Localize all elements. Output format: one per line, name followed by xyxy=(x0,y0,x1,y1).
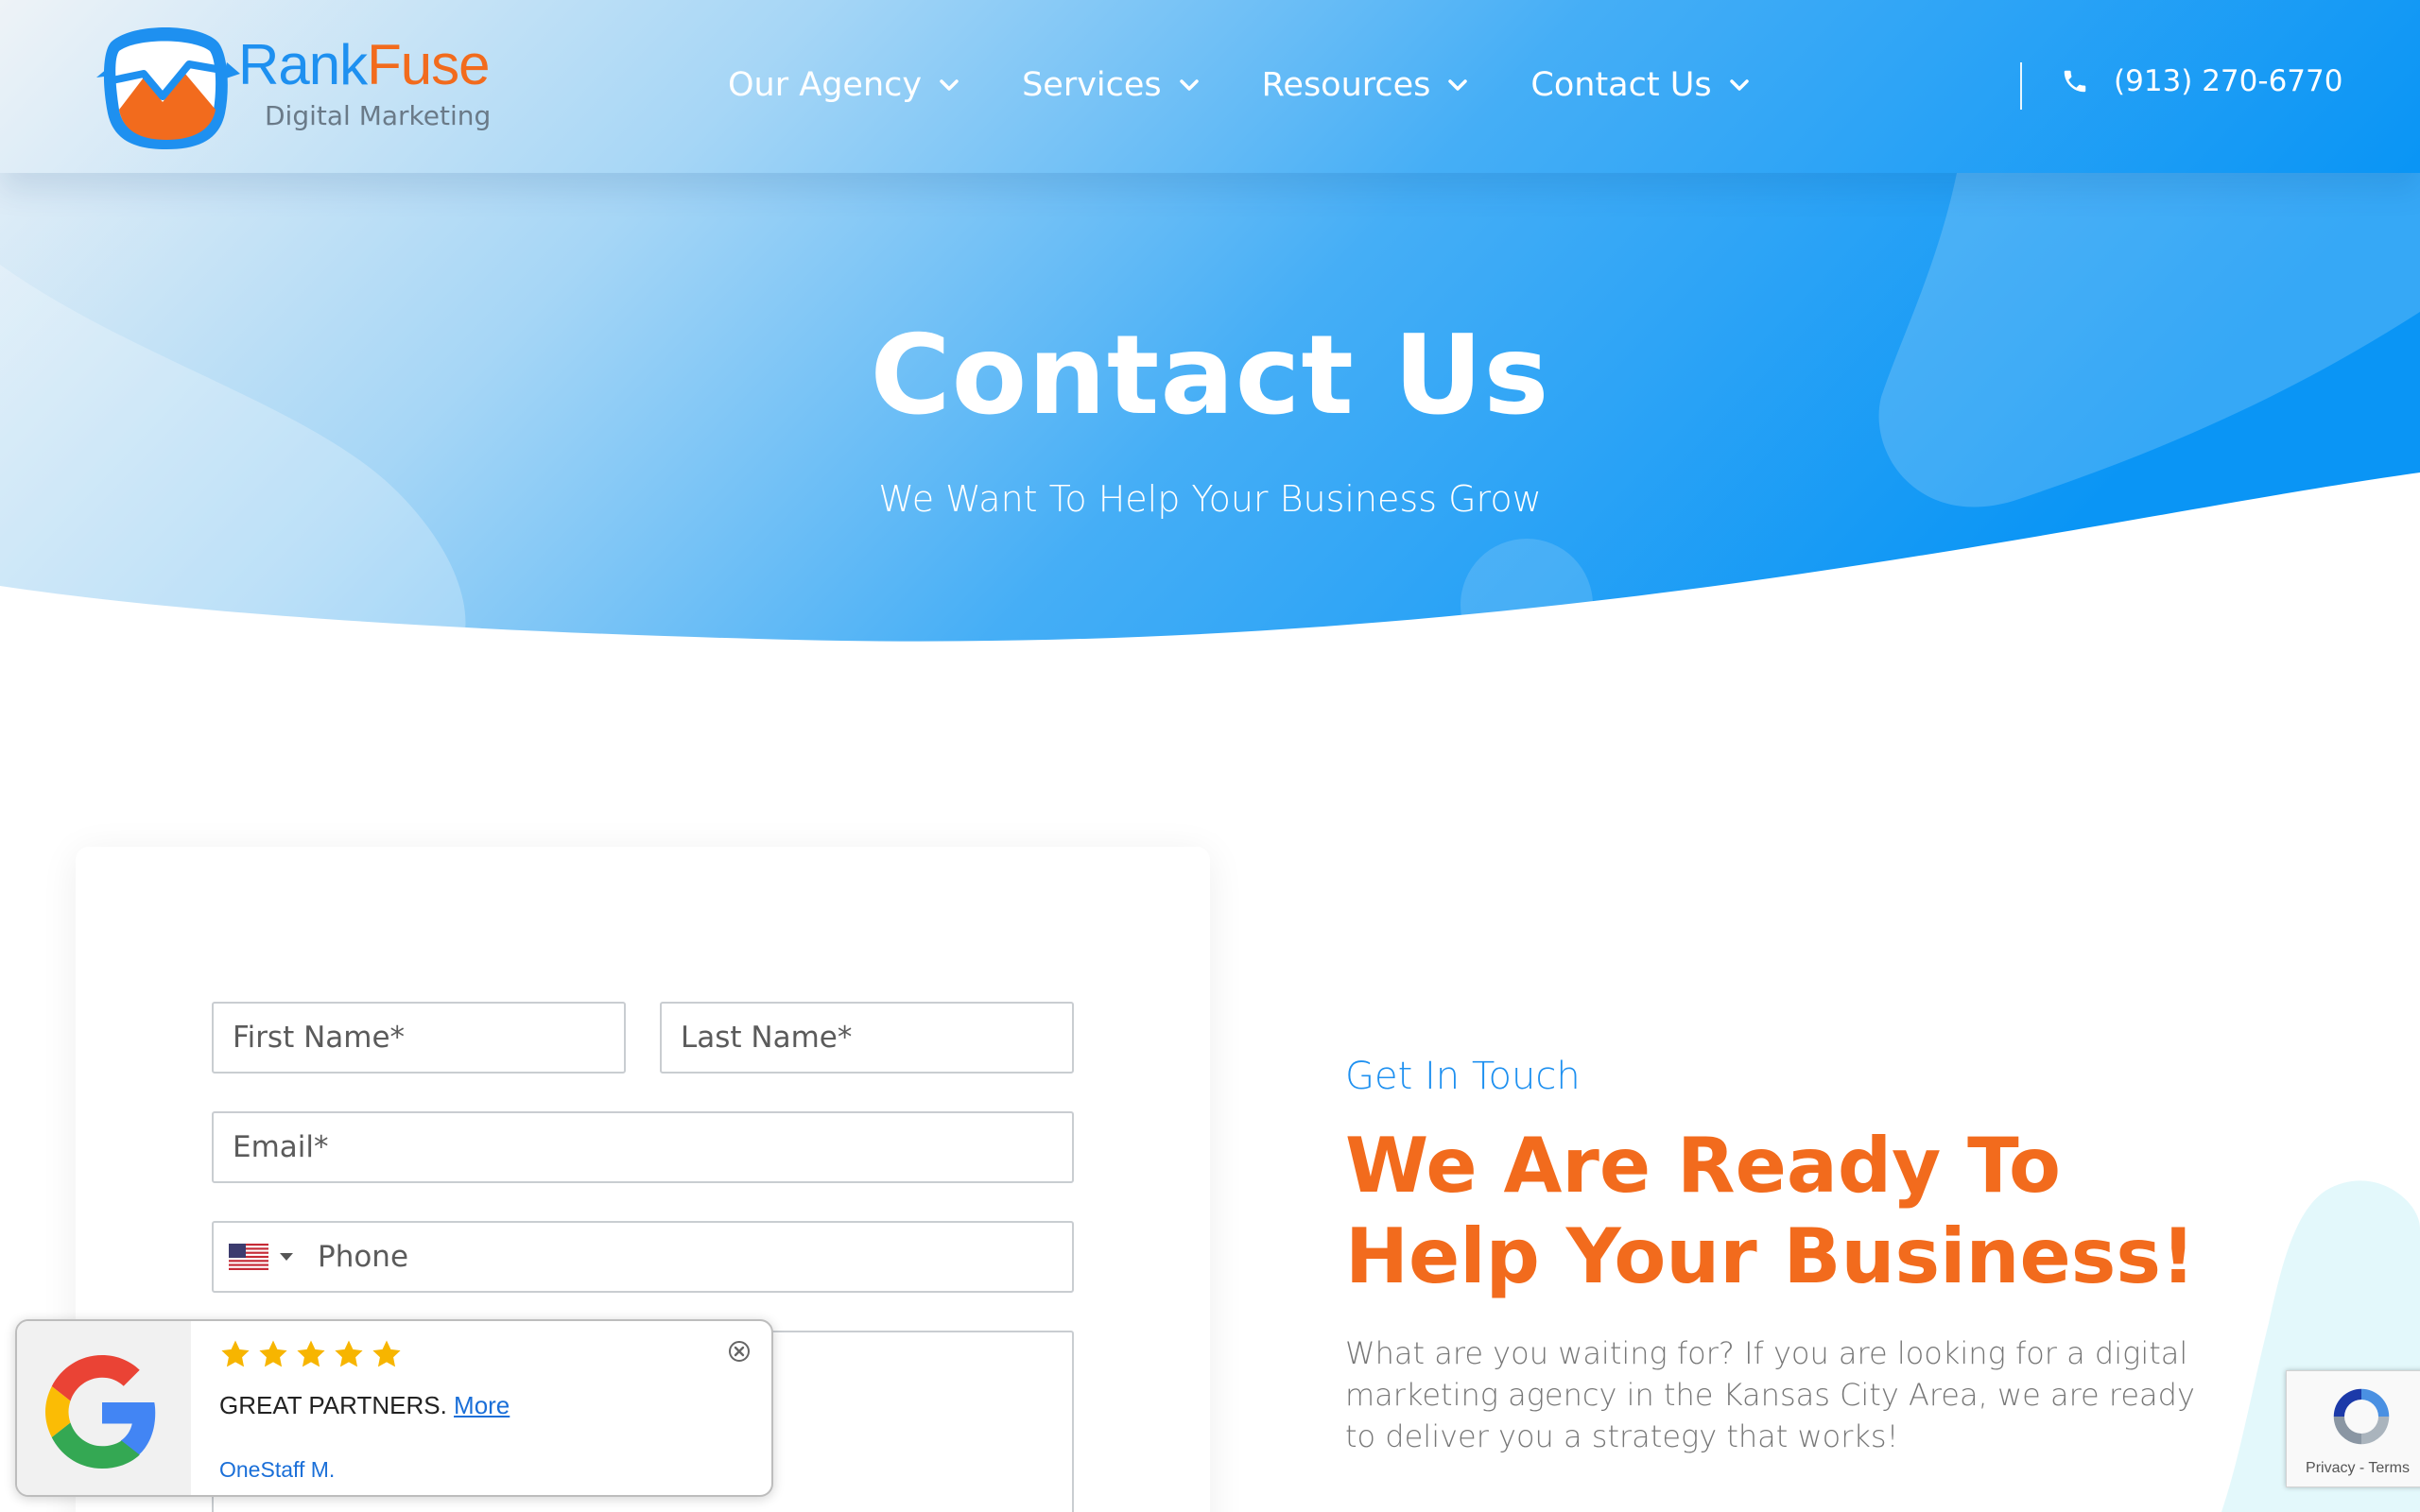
nav-label: Our Agency xyxy=(728,66,923,104)
logo-mark-icon xyxy=(96,27,240,149)
phone-icon xyxy=(2064,70,2086,93)
section-headline: We Are Ready To Help Your Business! xyxy=(1345,1122,2196,1300)
country-select[interactable] xyxy=(229,1244,293,1270)
recaptcha-terms-link[interactable]: Terms xyxy=(2368,1460,2410,1476)
star-icon xyxy=(297,1340,325,1367)
nav-item-contact-us[interactable]: Contact Us xyxy=(1530,66,1749,104)
review-quote: GREAT PARTNERS. xyxy=(219,1391,447,1419)
page-title: Contact Us xyxy=(870,312,1550,439)
recaptcha-privacy-link[interactable]: Privacy xyxy=(2306,1460,2355,1476)
last-name-field[interactable]: Last Name* xyxy=(660,1002,1074,1074)
close-icon[interactable] xyxy=(728,1340,751,1363)
logo-wordmark: RankFuse xyxy=(238,33,490,96)
chevron-down-icon xyxy=(940,79,959,91)
phone-field[interactable]: Phone xyxy=(212,1221,1074,1293)
star-icon xyxy=(335,1340,363,1367)
phone-number: (913) 270-6770 xyxy=(2114,64,2343,98)
recaptcha-icon xyxy=(2333,1388,2390,1445)
chevron-down-icon xyxy=(1729,79,1749,91)
nav-item-services[interactable]: Services xyxy=(1022,66,1200,104)
section-paragraph: What are you waiting for? If you are loo… xyxy=(1345,1335,2195,1454)
logo[interactable]: RankFuse Digital Marketing xyxy=(95,19,492,151)
nav-item-resources[interactable]: Resources xyxy=(1262,66,1469,104)
last-name-placeholder: Last Name* xyxy=(681,1021,853,1055)
nav-label: Contact Us xyxy=(1530,66,1712,104)
main-nav: Our Agency Services Resources Contact Us xyxy=(728,57,1812,113)
first-name-field[interactable]: First Name* xyxy=(212,1002,626,1074)
nav-label: Resources xyxy=(1261,66,1431,104)
chevron-down-icon xyxy=(1179,79,1199,91)
email-placeholder: Email* xyxy=(233,1130,329,1164)
google-g-icon xyxy=(45,1355,156,1469)
section-eyebrow: Get In Touch xyxy=(1345,1055,1581,1098)
first-name-placeholder: First Name* xyxy=(233,1021,406,1055)
recaptcha-badge[interactable]: Privacy - Terms xyxy=(2286,1370,2420,1487)
star-icon xyxy=(259,1340,287,1367)
reviewer-name[interactable]: OneStaff M. xyxy=(219,1457,335,1483)
page-subtitle: We Want To Help Your Business Grow xyxy=(878,478,1542,520)
chevron-down-icon xyxy=(1448,79,1468,91)
recaptcha-links: Privacy - Terms xyxy=(2287,1460,2420,1477)
review-text: GREAT PARTNERS. More xyxy=(219,1391,510,1420)
nav-item-our-agency[interactable]: Our Agency xyxy=(728,66,959,104)
recaptcha-separator: - xyxy=(2355,1460,2369,1476)
review-more-link[interactable]: More xyxy=(454,1391,510,1419)
star-icon xyxy=(372,1340,401,1367)
us-flag-icon xyxy=(229,1244,268,1270)
site-header: RankFuse Digital Marketing Our Agency Se… xyxy=(0,0,2420,173)
star-icon xyxy=(221,1340,250,1367)
google-review-widget[interactable]: GREAT PARTNERS. More OneStaff M. xyxy=(15,1319,773,1497)
phone-link[interactable]: (913) 270-6770 xyxy=(2061,64,2342,98)
review-source xyxy=(17,1321,191,1495)
header-divider xyxy=(2020,62,2022,110)
star-rating xyxy=(219,1338,408,1370)
dropdown-caret-icon xyxy=(280,1253,293,1261)
nav-label: Services xyxy=(1022,66,1162,104)
email-field[interactable]: Email* xyxy=(212,1111,1074,1183)
phone-placeholder: Phone xyxy=(318,1240,409,1274)
logo-tagline: Digital Marketing xyxy=(265,100,492,131)
